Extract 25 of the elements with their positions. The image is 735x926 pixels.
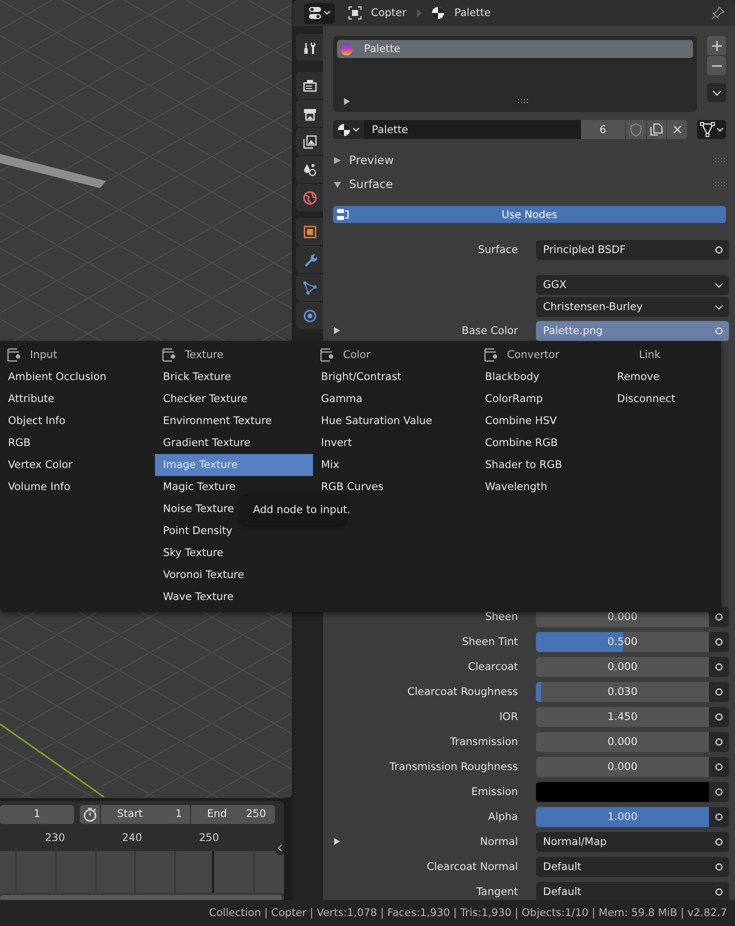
menu-heading: Link xyxy=(639,349,661,361)
property-label: Clearcoat Roughness xyxy=(406,686,519,698)
property-label: Clearcoat Normal xyxy=(426,860,519,872)
menu-heading: Texture xyxy=(185,349,224,361)
property-label: Alpha xyxy=(487,810,519,822)
breadcrumb: Palette xyxy=(454,7,491,19)
menu-heading: Color xyxy=(343,349,370,361)
property-label: Sheen Tint xyxy=(460,636,519,648)
property-label: Clearcoat xyxy=(467,660,519,672)
property-label: Emission xyxy=(470,786,519,798)
property-label: IOR xyxy=(498,710,519,722)
property-label: Surface xyxy=(476,244,519,256)
property-label: Tangent xyxy=(475,886,519,898)
property-label: Base Color xyxy=(460,324,519,336)
property-label: Normal xyxy=(479,836,519,848)
breadcrumb: Copter xyxy=(371,7,406,19)
menu-heading: Convertor xyxy=(507,349,560,361)
menu-heading: Input xyxy=(30,349,58,361)
status-text: Collection | Copter | Verts:1,078 | Faces:1,930 | Tris:1,930 | Objects:1/10 | Mem: 59.8 MiB | v2.82.7 xyxy=(209,907,727,919)
frame-number: 230 xyxy=(44,832,66,844)
frame-number: 240 xyxy=(120,832,144,844)
property-label: Sheen xyxy=(484,610,519,622)
property-label: Transmission Roughness xyxy=(388,760,519,772)
property-label: Transmission xyxy=(449,736,519,748)
frame-number: 250 xyxy=(198,832,220,844)
